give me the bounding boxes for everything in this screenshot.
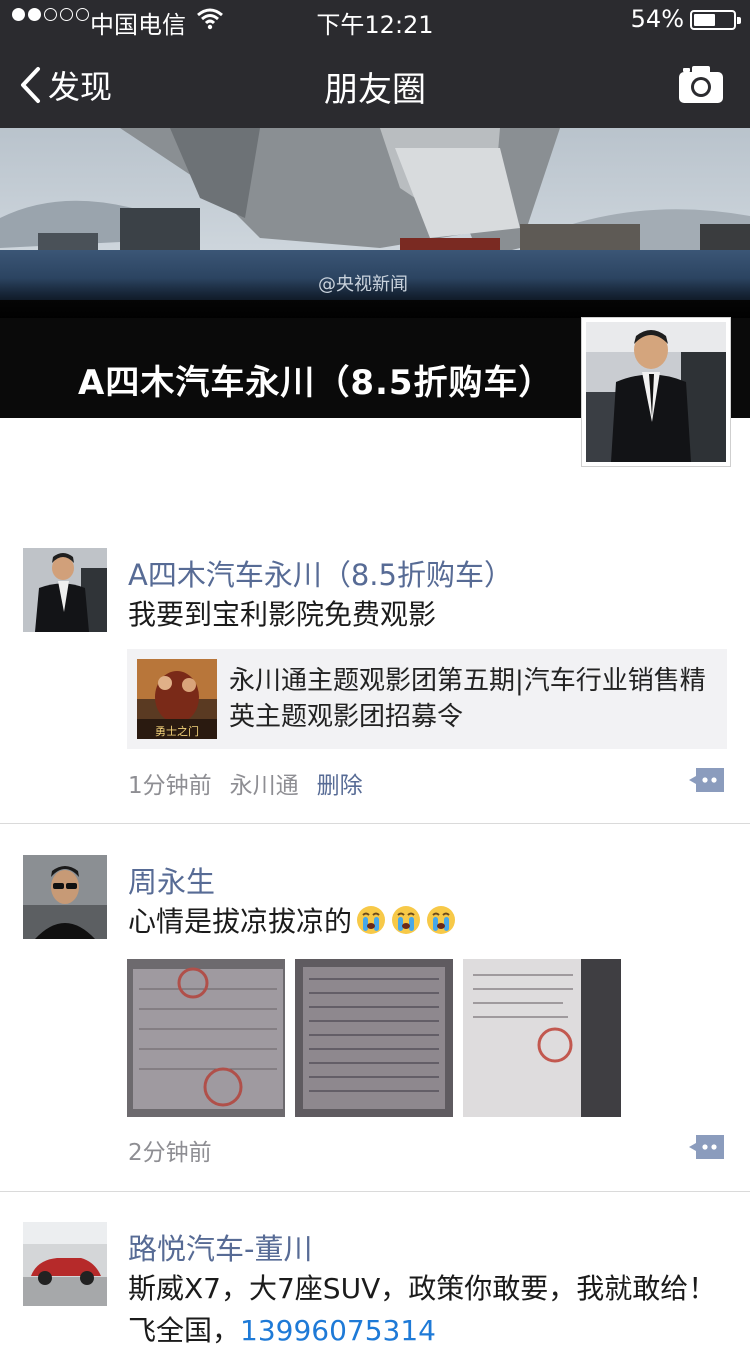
crying-face-icon bbox=[427, 906, 456, 934]
post-text-block: 斯威X7，大7座SUV，政策你敢要，我就敢给！飞全国，13996075314 bbox=[128, 1268, 728, 1352]
crying-face-icon bbox=[357, 906, 386, 934]
post-source[interactable]: 永川通 bbox=[230, 766, 299, 800]
document-photo bbox=[463, 959, 621, 1117]
post-time: 2分钟前 bbox=[128, 1140, 212, 1166]
post-author[interactable]: 周永生 bbox=[128, 859, 215, 901]
crying-face-icon bbox=[392, 906, 421, 934]
car-showroom-photo bbox=[23, 1222, 107, 1306]
status-bar: 中国电信 下午12:21 54% bbox=[0, 0, 750, 40]
camera-icon[interactable] bbox=[678, 64, 724, 104]
document-photo bbox=[127, 959, 285, 1117]
profile-avatar[interactable] bbox=[581, 317, 731, 467]
comment-icon[interactable] bbox=[688, 1133, 726, 1161]
avatar[interactable] bbox=[23, 855, 107, 939]
battery-icon bbox=[690, 10, 741, 30]
shared-link-card[interactable]: 勇士之门 永川通主题观影团第五期|汽车行业销售精英主题观影团招募令 bbox=[127, 649, 727, 749]
post-photo[interactable] bbox=[463, 959, 621, 1117]
divider bbox=[0, 1191, 750, 1192]
post-author[interactable]: A四木汽车永川（8.5折购车） bbox=[128, 552, 513, 594]
post-photo[interactable] bbox=[127, 959, 285, 1117]
man-in-suit-photo bbox=[23, 548, 107, 632]
man-with-sunglasses-photo bbox=[23, 855, 107, 939]
link-title: 永川通主题观影团第五期|汽车行业销售精英主题观影团招募令 bbox=[229, 666, 706, 732]
cover-watermark: @央视新闻 bbox=[318, 274, 408, 295]
divider bbox=[0, 823, 750, 824]
avatar[interactable] bbox=[23, 548, 107, 632]
avatar[interactable] bbox=[23, 1222, 107, 1306]
battery-percent: 54% bbox=[630, 5, 684, 33]
poster-title: 勇士之门 bbox=[155, 724, 199, 738]
navigation-bar: 发现 朋友圈 bbox=[0, 40, 750, 128]
link-thumbnail: 勇士之门 bbox=[137, 659, 217, 739]
phone-link[interactable]: 13996075314 bbox=[240, 1314, 436, 1347]
post-text-row: 心情是拔凉拔凉的 bbox=[128, 901, 718, 943]
post-text: 心情是拔凉拔凉的 bbox=[128, 905, 353, 938]
comment-icon[interactable] bbox=[688, 766, 726, 794]
post-photo[interactable] bbox=[295, 959, 453, 1117]
post-meta: 1分钟前 永川通 删除 bbox=[128, 766, 363, 800]
man-in-suit-photo bbox=[586, 322, 726, 462]
movie-poster-image: 勇士之门 bbox=[137, 659, 217, 739]
post-meta: 2分钟前 bbox=[128, 1133, 212, 1167]
post-time: 1分钟前 bbox=[128, 773, 212, 799]
top-bar: 中国电信 下午12:21 54% 发现 朋友圈 bbox=[0, 0, 750, 128]
post-text: 我要到宝利影院免费观影 bbox=[128, 598, 437, 631]
document-photo bbox=[295, 959, 453, 1117]
profile-display-name: A四木汽车永川（8.5折购车） bbox=[78, 363, 554, 403]
page-title: 朋友圈 bbox=[324, 70, 426, 110]
post-author[interactable]: 路悦汽车-董川 bbox=[128, 1226, 312, 1268]
delete-button[interactable]: 删除 bbox=[317, 766, 363, 800]
